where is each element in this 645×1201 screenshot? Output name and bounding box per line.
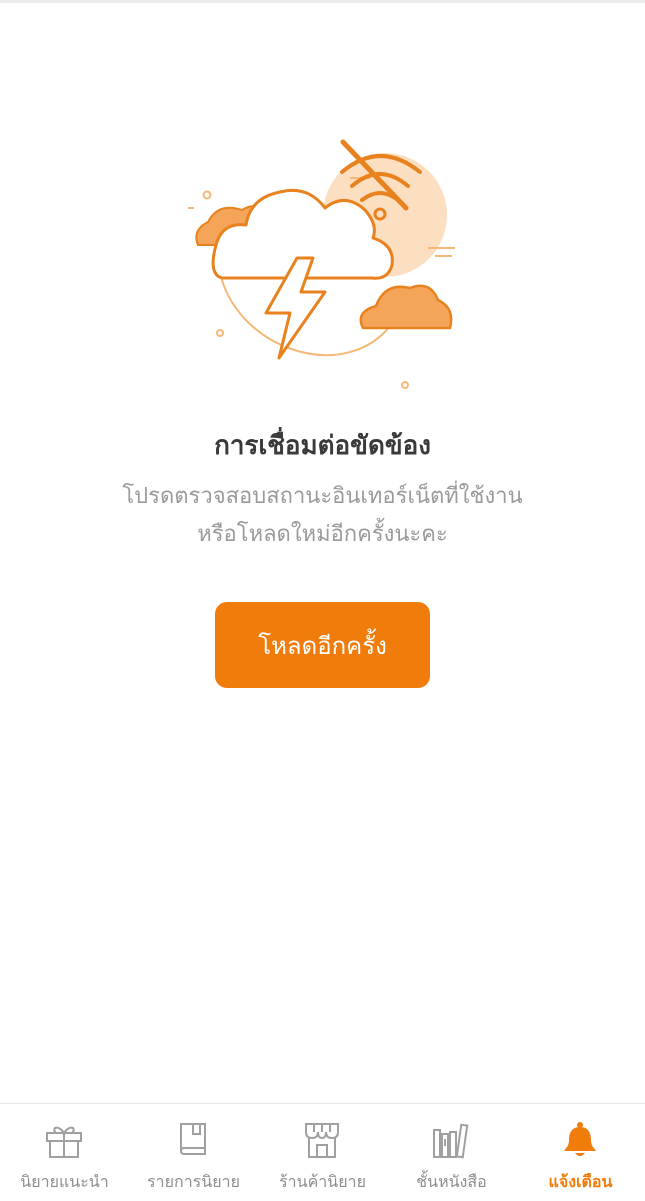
error-message-line-1: โปรดตรวจสอบสถานะอินเทอร์เน็ตที่ใช้งาน <box>122 484 523 509</box>
error-title: การเชื่อมต่อขัดข้อง <box>214 431 431 461</box>
reload-button[interactable]: โหลดอีกครั้ง <box>215 602 430 688</box>
nav-label: แจ้งเตือน <box>548 1172 613 1191</box>
error-message: โปรดตรวจสอบสถานะอินเทอร์เน็ตที่ใช้งาน หร… <box>60 478 585 554</box>
gift-icon <box>46 1126 82 1158</box>
nav-item-recommended-novels[interactable]: นิยายแนะนำ <box>0 1104 129 1201</box>
no-connection-illustration <box>188 139 455 389</box>
error-message-line-2: หรือโหลดใหม่อีกครั้งนะคะ <box>197 522 448 547</box>
nav-label: นิยายแนะนำ <box>20 1172 109 1191</box>
nav-item-bookshelf[interactable]: ชั้นหนังสือ <box>387 1104 516 1201</box>
nav-label: ชั้นหนังสือ <box>416 1172 487 1191</box>
bell-icon <box>564 1122 596 1156</box>
store-icon <box>305 1123 339 1158</box>
top-divider <box>0 0 645 3</box>
bookshelf-icon <box>433 1123 469 1159</box>
book-icon <box>180 1123 206 1155</box>
nav-label: ร้านค้านิยาย <box>279 1172 366 1191</box>
bottom-navigation-bar: นิยายแนะนำ รายการนิยาย ร้านค้านิยาย ชั้น… <box>0 1103 645 1201</box>
nav-label: รายการนิยาย <box>147 1172 240 1191</box>
nav-item-novel-store[interactable]: ร้านค้านิยาย <box>258 1104 387 1201</box>
nav-item-notifications[interactable]: แจ้งเตือน <box>516 1104 645 1201</box>
nav-item-novel-list[interactable]: รายการนิยาย <box>129 1104 258 1201</box>
